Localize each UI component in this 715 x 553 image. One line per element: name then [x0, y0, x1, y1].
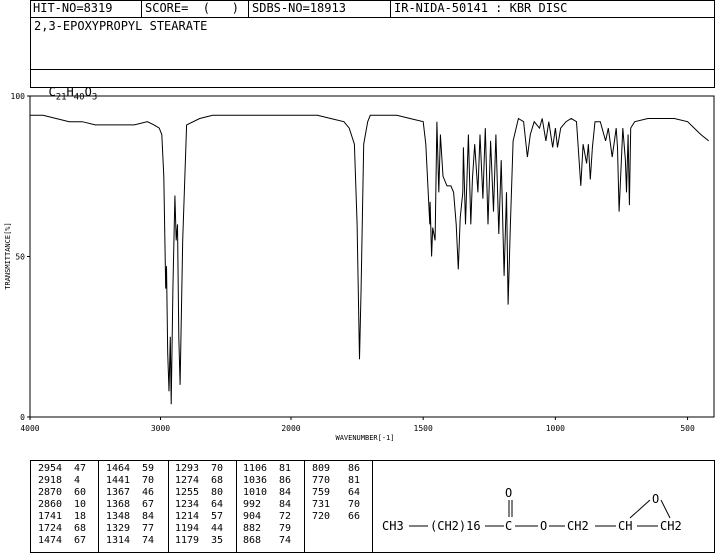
peak-wavenumber: 1194 [175, 523, 200, 534]
peak-wavenumber: 868 [243, 535, 262, 546]
peak-wavenumber: 1464 [106, 463, 131, 474]
peak-wavenumber: 731 [312, 499, 331, 510]
peak-col-sep-3 [236, 460, 237, 553]
peak-wavenumber: 1274 [175, 475, 200, 486]
peak-transmittance: 67 [74, 535, 87, 546]
x-tick-label: 1500 [414, 424, 433, 433]
peak-wavenumber: 720 [312, 511, 331, 522]
peak-wavenumber: 1314 [106, 535, 131, 546]
peak-wavenumber: 1255 [175, 487, 200, 498]
peak-wavenumber: 1724 [38, 523, 63, 534]
peak-transmittance: 81 [279, 463, 292, 474]
peak-transmittance: 35 [211, 535, 224, 546]
peak-transmittance: 70 [142, 475, 155, 486]
peak-transmittance: 79 [279, 523, 292, 534]
x-axis-ticks: 4000 3000 2000 1500 1000 500 [20, 417, 695, 433]
peak-wavenumber: 2870 [38, 487, 63, 498]
peak-wavenumber: 1214 [175, 511, 200, 522]
peak-transmittance: 60 [74, 487, 87, 498]
peak-wavenumber: 1106 [243, 463, 268, 474]
peak-wavenumber: 2918 [38, 475, 63, 486]
peak-transmittance: 68 [74, 523, 87, 534]
peak-col-sep-2 [168, 460, 169, 553]
y-axis-label: TRANSMITTANCE[%] [4, 222, 12, 289]
peak-transmittance: 64 [348, 487, 361, 498]
peak-wavenumber: 1368 [106, 499, 131, 510]
y-axis-ticks: 0 50 100 [11, 92, 30, 422]
x-tick-label: 3000 [151, 424, 170, 433]
y-tick-label: 0 [20, 413, 25, 422]
peak-wavenumber: 2954 [38, 463, 63, 474]
peak-table-divider [372, 460, 373, 553]
peak-transmittance: 64 [211, 499, 224, 510]
peak-wavenumber: 1293 [175, 463, 200, 474]
x-tick-label: 2000 [281, 424, 300, 433]
x-tick-label: 500 [680, 424, 695, 433]
peak-wavenumber: 1234 [175, 499, 200, 510]
peak-transmittance: 86 [348, 463, 361, 474]
peak-wavenumber: 1441 [106, 475, 131, 486]
peak-transmittance: 80 [211, 487, 224, 498]
peak-wavenumber: 1741 [38, 511, 63, 522]
peak-wavenumber: 882 [243, 523, 262, 534]
ir-spectrum-chart: 0 50 100 4000 3000 2000 1500 1000 500 WAVENUMBE… [4, 92, 715, 442]
peak-col-sep-1 [98, 460, 99, 553]
peak-transmittance: 68 [211, 475, 224, 486]
peak-wavenumber: 2860 [38, 499, 63, 510]
peak-wavenumber: 1329 [106, 523, 131, 534]
x-tick-label: 1000 [546, 424, 565, 433]
x-tick-label: 4000 [20, 424, 39, 433]
peak-transmittance: 18 [74, 511, 87, 522]
x-axis-label: WAVENUMBER[-1] [335, 434, 394, 442]
peak-transmittance: 47 [74, 463, 87, 474]
peak-transmittance: 44 [211, 523, 224, 534]
peak-transmittance: 84 [279, 487, 292, 498]
peak-transmittance: 57 [211, 511, 224, 522]
peak-transmittance: 67 [142, 499, 155, 510]
peak-transmittance: 74 [142, 535, 155, 546]
peak-transmittance: 70 [348, 499, 361, 510]
peak-wavenumber: 770 [312, 475, 331, 486]
peak-wavenumber: 1010 [243, 487, 268, 498]
peak-transmittance: 4 [74, 475, 81, 486]
peak-transmittance: 70 [211, 463, 224, 474]
plot-frame [29, 95, 715, 418]
y-tick-label: 50 [15, 253, 25, 262]
peak-wavenumber: 809 [312, 463, 331, 474]
peak-wavenumber: 1367 [106, 487, 131, 498]
peak-transmittance: 74 [279, 535, 292, 546]
spectrum-line [30, 114, 710, 405]
peak-wavenumber: 1474 [38, 535, 63, 546]
peak-transmittance: 59 [142, 463, 155, 474]
peak-wavenumber: 992 [243, 499, 262, 510]
peak-transmittance: 77 [142, 523, 155, 534]
peak-transmittance: 84 [142, 511, 155, 522]
peak-transmittance: 84 [279, 499, 292, 510]
peak-wavenumber: 904 [243, 511, 262, 522]
peak-wavenumber: 1179 [175, 535, 200, 546]
peak-transmittance: 46 [142, 487, 155, 498]
peak-transmittance: 10 [74, 499, 87, 510]
peak-transmittance: 66 [348, 511, 361, 522]
peak-transmittance: 86 [279, 475, 292, 486]
peak-transmittance: 72 [279, 511, 292, 522]
y-tick-label: 100 [11, 92, 26, 101]
peak-transmittance: 81 [348, 475, 361, 486]
peak-col-sep-4 [304, 460, 305, 553]
peak-wavenumber: 1348 [106, 511, 131, 522]
peak-wavenumber: 759 [312, 487, 331, 498]
peak-wavenumber: 1036 [243, 475, 268, 486]
